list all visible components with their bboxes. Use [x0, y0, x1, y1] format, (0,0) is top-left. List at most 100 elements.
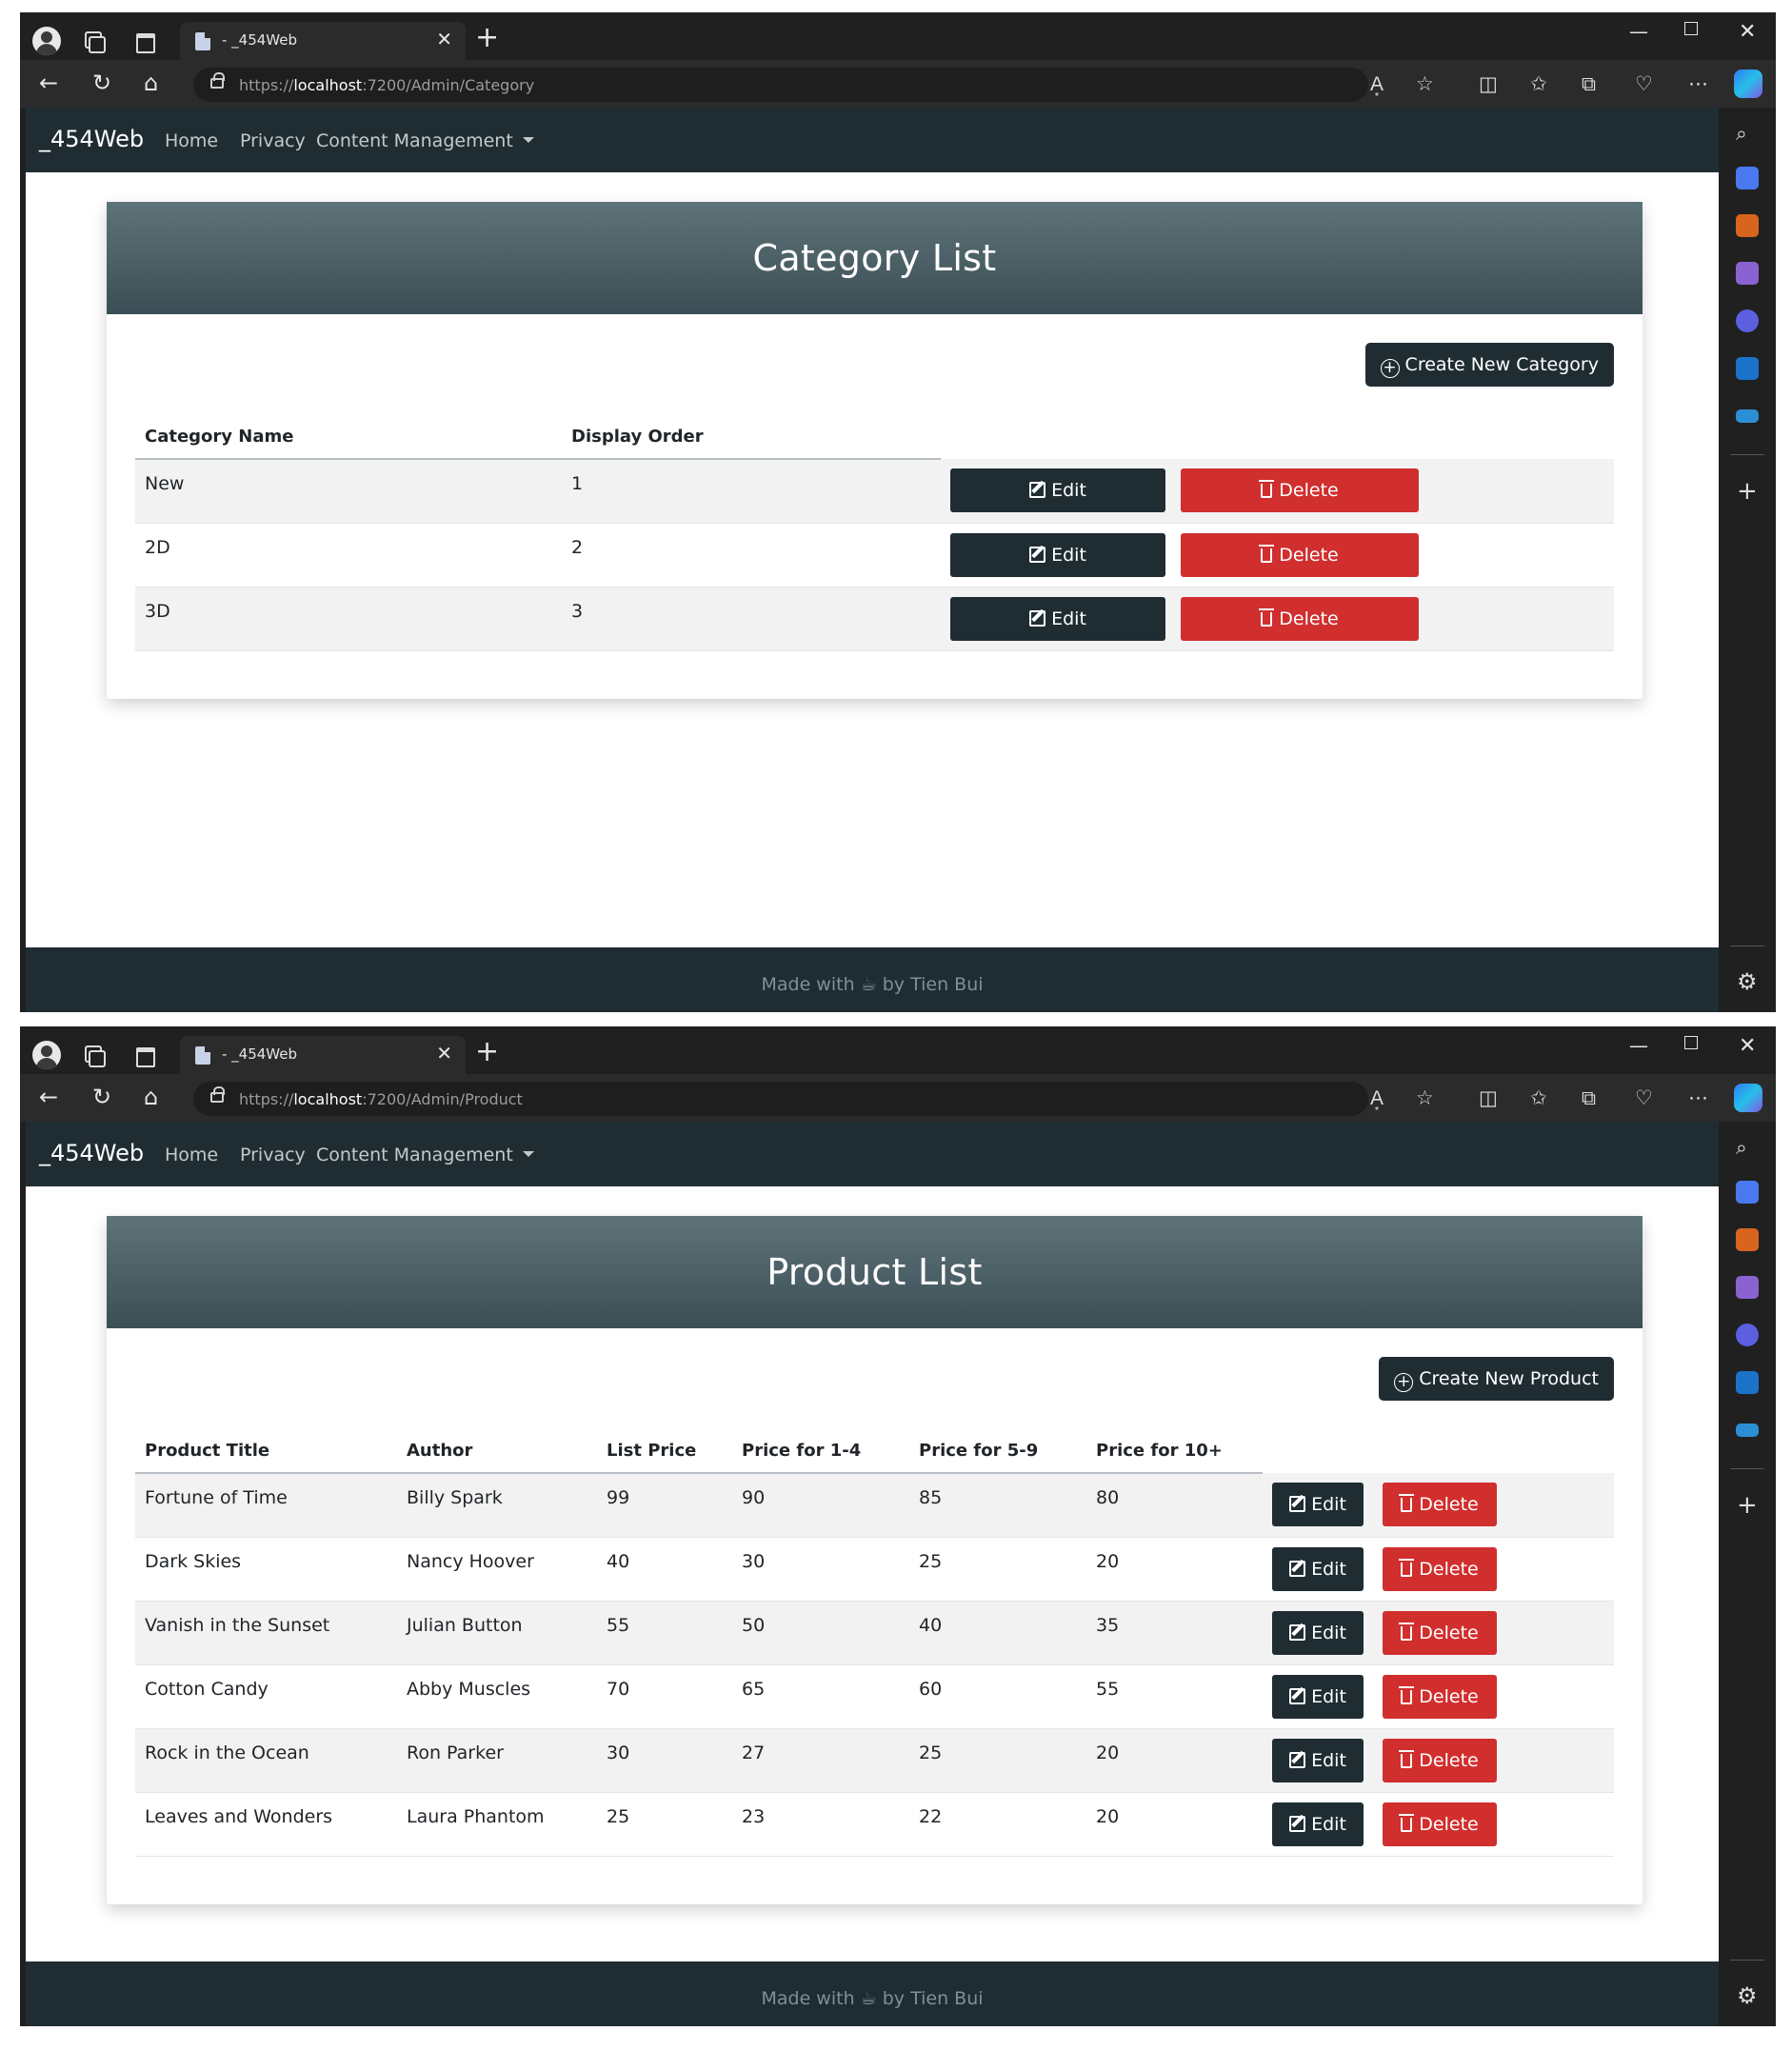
search-icon[interactable]: ⌕: [1736, 121, 1747, 146]
games-icon[interactable]: [1736, 262, 1759, 285]
browser-tab[interactable]: - _454Web ✕: [180, 1036, 466, 1074]
drop-icon[interactable]: [1736, 409, 1759, 423]
nav-link-home[interactable]: Home: [165, 130, 218, 151]
favorites-icon[interactable]: ✩: [1530, 71, 1547, 96]
nav-dropdown-content-management[interactable]: Content Management: [316, 130, 534, 151]
delete-button[interactable]: Delete: [1383, 1674, 1497, 1719]
edit-button[interactable]: Edit: [950, 532, 1165, 577]
cell-product-title: Fortune of Time: [135, 1473, 397, 1538]
home-icon[interactable]: ⌂: [144, 70, 158, 96]
cell-price-10-plus: 35: [1086, 1601, 1263, 1665]
edit-button[interactable]: Edit: [1272, 1546, 1364, 1591]
tab-actions-icon[interactable]: [131, 1042, 158, 1068]
nav-dropdown-content-management[interactable]: Content Management: [316, 1145, 534, 1165]
refresh-icon[interactable]: ↻: [92, 70, 111, 96]
collections-icon[interactable]: ⧉: [1582, 71, 1596, 96]
split-screen-icon[interactable]: ◫: [1479, 1085, 1498, 1110]
delete-button[interactable]: Delete: [1181, 468, 1419, 513]
shopping-icon[interactable]: [1736, 1181, 1759, 1204]
add-sidebar-icon[interactable]: +: [1737, 1491, 1758, 1520]
read-aloud-icon[interactable]: A͙: [1370, 71, 1384, 96]
edit-button[interactable]: Edit: [950, 596, 1165, 641]
more-menu-icon[interactable]: ⋯: [1688, 71, 1708, 96]
address-bar[interactable]: https://localhost:7200/Admin/Category: [193, 68, 1368, 102]
delete-button[interactable]: Delete: [1181, 596, 1419, 641]
home-icon[interactable]: ⌂: [144, 1084, 158, 1110]
lock-icon[interactable]: [210, 1086, 225, 1103]
tab-close-icon[interactable]: ✕: [436, 28, 452, 50]
tab-close-icon[interactable]: ✕: [436, 1042, 452, 1065]
edit-button[interactable]: Edit: [950, 468, 1165, 513]
edit-icon: [1289, 1815, 1306, 1832]
copilot-icon[interactable]: [1734, 1084, 1762, 1112]
back-icon[interactable]: ←: [39, 1084, 58, 1110]
delete-button[interactable]: Delete: [1383, 1738, 1497, 1782]
refresh-icon[interactable]: ↻: [92, 1084, 111, 1110]
profile-avatar-icon[interactable]: [32, 1041, 61, 1069]
column-header: Price for 5-9: [909, 1427, 1086, 1474]
favorites-icon[interactable]: ✩: [1530, 1085, 1547, 1110]
games-icon[interactable]: [1736, 1276, 1759, 1299]
new-tab-icon[interactable]: +: [475, 22, 499, 54]
add-sidebar-icon[interactable]: +: [1737, 477, 1758, 506]
profile-avatar-icon[interactable]: [32, 27, 61, 55]
edit-button[interactable]: Edit: [1272, 1610, 1364, 1655]
new-tab-icon[interactable]: +: [475, 1036, 499, 1068]
address-bar[interactable]: https://localhost:7200/Admin/Product: [193, 1082, 1368, 1116]
workspaces-icon[interactable]: [79, 1042, 106, 1068]
edit-button[interactable]: Edit: [1272, 1738, 1364, 1782]
tools-icon[interactable]: [1736, 1228, 1759, 1251]
edit-button[interactable]: Edit: [1272, 1483, 1364, 1527]
collections-icon[interactable]: ⧉: [1582, 1085, 1596, 1110]
delete-button[interactable]: Delete: [1181, 532, 1419, 577]
minimize-icon[interactable]: —: [1629, 20, 1648, 43]
window-close-icon[interactable]: ✕: [1739, 20, 1756, 44]
column-header-actions: [1263, 1427, 1614, 1473]
copilot-app-icon[interactable]: [1736, 1324, 1759, 1346]
cell-author: Billy Spark: [397, 1473, 597, 1538]
browser-essentials-icon[interactable]: ♡: [1635, 71, 1653, 96]
outlook-icon[interactable]: [1736, 1371, 1759, 1394]
tab-actions-icon[interactable]: [131, 28, 158, 54]
shopping-icon[interactable]: [1736, 167, 1759, 189]
site-brand[interactable]: _454Web: [39, 1140, 144, 1166]
delete-button[interactable]: Delete: [1383, 1802, 1497, 1846]
workspaces-icon[interactable]: [79, 28, 106, 54]
favorite-star-icon[interactable]: ☆: [1416, 71, 1434, 96]
search-icon[interactable]: ⌕: [1736, 1135, 1747, 1160]
outlook-icon[interactable]: [1736, 357, 1759, 380]
copilot-app-icon[interactable]: [1736, 309, 1759, 332]
table-header-row: Product Title Author List Price Price fo…: [135, 1427, 1614, 1474]
favorite-star-icon[interactable]: ☆: [1416, 1085, 1434, 1110]
delete-button[interactable]: Delete: [1383, 1610, 1497, 1655]
sidebar-settings-gear-icon[interactable]: ⚙: [1737, 1982, 1758, 2009]
edit-button[interactable]: Edit: [1272, 1802, 1364, 1846]
nav-link-home[interactable]: Home: [165, 1145, 218, 1165]
url-text[interactable]: https://localhost:7200/Admin/Category: [239, 76, 534, 94]
split-screen-icon[interactable]: ◫: [1479, 71, 1498, 96]
drop-icon[interactable]: [1736, 1424, 1759, 1437]
read-aloud-icon[interactable]: A͙: [1370, 1085, 1384, 1110]
maximize-icon[interactable]: [1684, 1036, 1698, 1049]
window-close-icon[interactable]: ✕: [1739, 1034, 1756, 1058]
lock-icon[interactable]: [210, 72, 225, 89]
nav-link-privacy[interactable]: Privacy: [240, 1145, 306, 1165]
site-brand[interactable]: _454Web: [39, 126, 144, 152]
delete-button[interactable]: Delete: [1383, 1546, 1497, 1591]
maximize-icon[interactable]: [1684, 22, 1698, 35]
nav-link-privacy[interactable]: Privacy: [240, 130, 306, 151]
delete-button[interactable]: Delete: [1383, 1483, 1497, 1527]
more-menu-icon[interactable]: ⋯: [1688, 1085, 1708, 1110]
sidebar-settings-gear-icon[interactable]: ⚙: [1737, 968, 1758, 995]
tools-icon[interactable]: [1736, 214, 1759, 237]
minimize-icon[interactable]: —: [1629, 1034, 1648, 1057]
cell-category-name: 2D: [135, 523, 562, 587]
browser-tab[interactable]: - _454Web ✕: [180, 22, 466, 60]
browser-essentials-icon[interactable]: ♡: [1635, 1085, 1653, 1110]
back-icon[interactable]: ←: [39, 70, 58, 96]
copilot-icon[interactable]: [1734, 70, 1762, 98]
create-product-button[interactable]: + Create New Product: [1379, 1357, 1614, 1401]
url-text[interactable]: https://localhost:7200/Admin/Product: [239, 1090, 523, 1108]
edit-button[interactable]: Edit: [1272, 1674, 1364, 1719]
create-category-button[interactable]: + Create New Category: [1364, 343, 1614, 387]
